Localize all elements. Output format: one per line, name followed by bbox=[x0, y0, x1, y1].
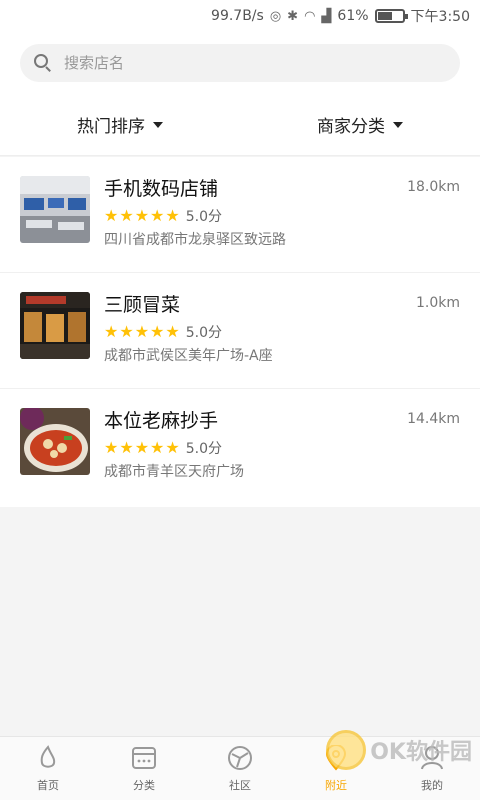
star-rating: ★ ★ ★ ★ ★ bbox=[104, 208, 180, 224]
community-icon bbox=[227, 745, 253, 771]
star-rating: ★ ★ ★ ★ ★ bbox=[104, 324, 180, 340]
search-bar[interactable] bbox=[20, 44, 460, 82]
shop-thumbnail bbox=[20, 408, 90, 475]
shop-address: 成都市武侯区美年广场-A座 bbox=[104, 348, 273, 364]
shop-thumbnail bbox=[20, 176, 90, 243]
star-icon: ★ bbox=[165, 438, 180, 457]
rating-score: 5.0分 bbox=[185, 441, 222, 457]
bluetooth-icon: ✱ bbox=[287, 8, 299, 24]
location-icon: ◎ bbox=[269, 8, 282, 24]
rating-line: ★ ★ ★ ★ ★ 5.0分 bbox=[104, 438, 460, 458]
star-icon: ★ bbox=[165, 322, 180, 341]
sort-filter[interactable]: 热门排序 bbox=[0, 94, 240, 155]
search-icon bbox=[34, 54, 52, 72]
star-icon: ★ bbox=[134, 438, 150, 457]
rating-score: 5.0分 bbox=[185, 325, 222, 341]
star-rating: ★ ★ ★ ★ ★ bbox=[104, 440, 180, 456]
tab-category[interactable]: 分类 bbox=[96, 737, 192, 800]
star-icon: ★ bbox=[119, 438, 134, 457]
category-icon bbox=[131, 745, 157, 771]
star-icon: ★ bbox=[119, 206, 134, 225]
category-filter-label: 商家分类 bbox=[317, 117, 385, 137]
wifi-icon: ◠ bbox=[304, 8, 316, 24]
shop-thumbnail bbox=[20, 292, 90, 359]
shop-item[interactable]: 本位老麻抄手 ★ ★ ★ ★ ★ 5.0分 成都市青羊区天府广场 14.4km bbox=[0, 389, 480, 507]
category-filter[interactable]: 商家分类 bbox=[240, 94, 480, 155]
star-icon: ★ bbox=[150, 206, 165, 225]
tab-home-label: 首页 bbox=[37, 778, 59, 792]
tab-profile-label: 我的 bbox=[421, 778, 443, 792]
tab-category-label: 分类 bbox=[133, 778, 155, 792]
star-icon: ★ bbox=[104, 438, 119, 457]
watermark: OK软件园 bbox=[326, 730, 472, 770]
tab-nearby-label: 附近 bbox=[325, 778, 347, 792]
battery-fill bbox=[377, 12, 393, 20]
shop-item[interactable]: 三顾冒菜 ★ ★ ★ ★ ★ 5.0分 成都市武侯区美年广场-A座 1.0km bbox=[0, 273, 480, 389]
battery-percent: 61% bbox=[337, 8, 369, 24]
caret-down-icon bbox=[393, 121, 403, 128]
tab-community[interactable]: 社区 bbox=[192, 737, 288, 800]
star-icon: ★ bbox=[119, 322, 134, 341]
clock: 下午3:50 bbox=[410, 9, 470, 25]
search-area bbox=[0, 32, 480, 94]
search-input[interactable] bbox=[64, 54, 424, 72]
star-icon: ★ bbox=[165, 206, 180, 225]
signal-icon: ▟ bbox=[321, 8, 332, 24]
status-bar: 99.7B/s ◎ ✱ ◠ ▟ 61% 下午3:50 bbox=[0, 0, 480, 32]
rating-score: 5.0分 bbox=[185, 209, 222, 225]
watermark-logo-icon bbox=[326, 730, 367, 770]
shop-distance: 1.0km bbox=[415, 295, 460, 311]
rating-line: ★ ★ ★ ★ ★ 5.0分 bbox=[104, 322, 460, 342]
shop-item[interactable]: 手机数码店铺 ★ ★ ★ ★ ★ 5.0分 四川省成都市龙泉驿区致远路 18.0km bbox=[0, 157, 480, 273]
shop-name: 三顾冒菜 bbox=[104, 294, 181, 316]
rating-line: ★ ★ ★ ★ ★ 5.0分 bbox=[104, 206, 460, 226]
home-flame-icon bbox=[35, 744, 61, 771]
battery-icon bbox=[374, 9, 408, 23]
star-icon: ★ bbox=[150, 322, 165, 341]
tab-community-label: 社区 bbox=[229, 778, 251, 792]
sort-filter-label: 热门排序 bbox=[77, 117, 145, 137]
watermark-text: OK软件园 bbox=[370, 740, 472, 765]
star-icon: ★ bbox=[134, 322, 150, 341]
shop-address: 四川省成都市龙泉驿区致远路 bbox=[104, 232, 286, 248]
tab-home[interactable]: 首页 bbox=[0, 737, 96, 800]
star-icon: ★ bbox=[134, 206, 150, 225]
shop-address: 成都市青羊区天府广场 bbox=[104, 464, 244, 480]
shop-list: 手机数码店铺 ★ ★ ★ ★ ★ 5.0分 四川省成都市龙泉驿区致远路 18.0km bbox=[0, 157, 480, 507]
shop-distance: 14.4km bbox=[407, 411, 460, 427]
shop-distance: 18.0km bbox=[407, 179, 460, 195]
caret-down-icon bbox=[153, 121, 163, 128]
network-speed: 99.7B/s bbox=[211, 8, 264, 24]
star-icon: ★ bbox=[150, 438, 165, 457]
star-icon: ★ bbox=[104, 322, 119, 341]
filter-bar: 热门排序 商家分类 bbox=[0, 94, 480, 156]
star-icon: ★ bbox=[104, 206, 119, 225]
